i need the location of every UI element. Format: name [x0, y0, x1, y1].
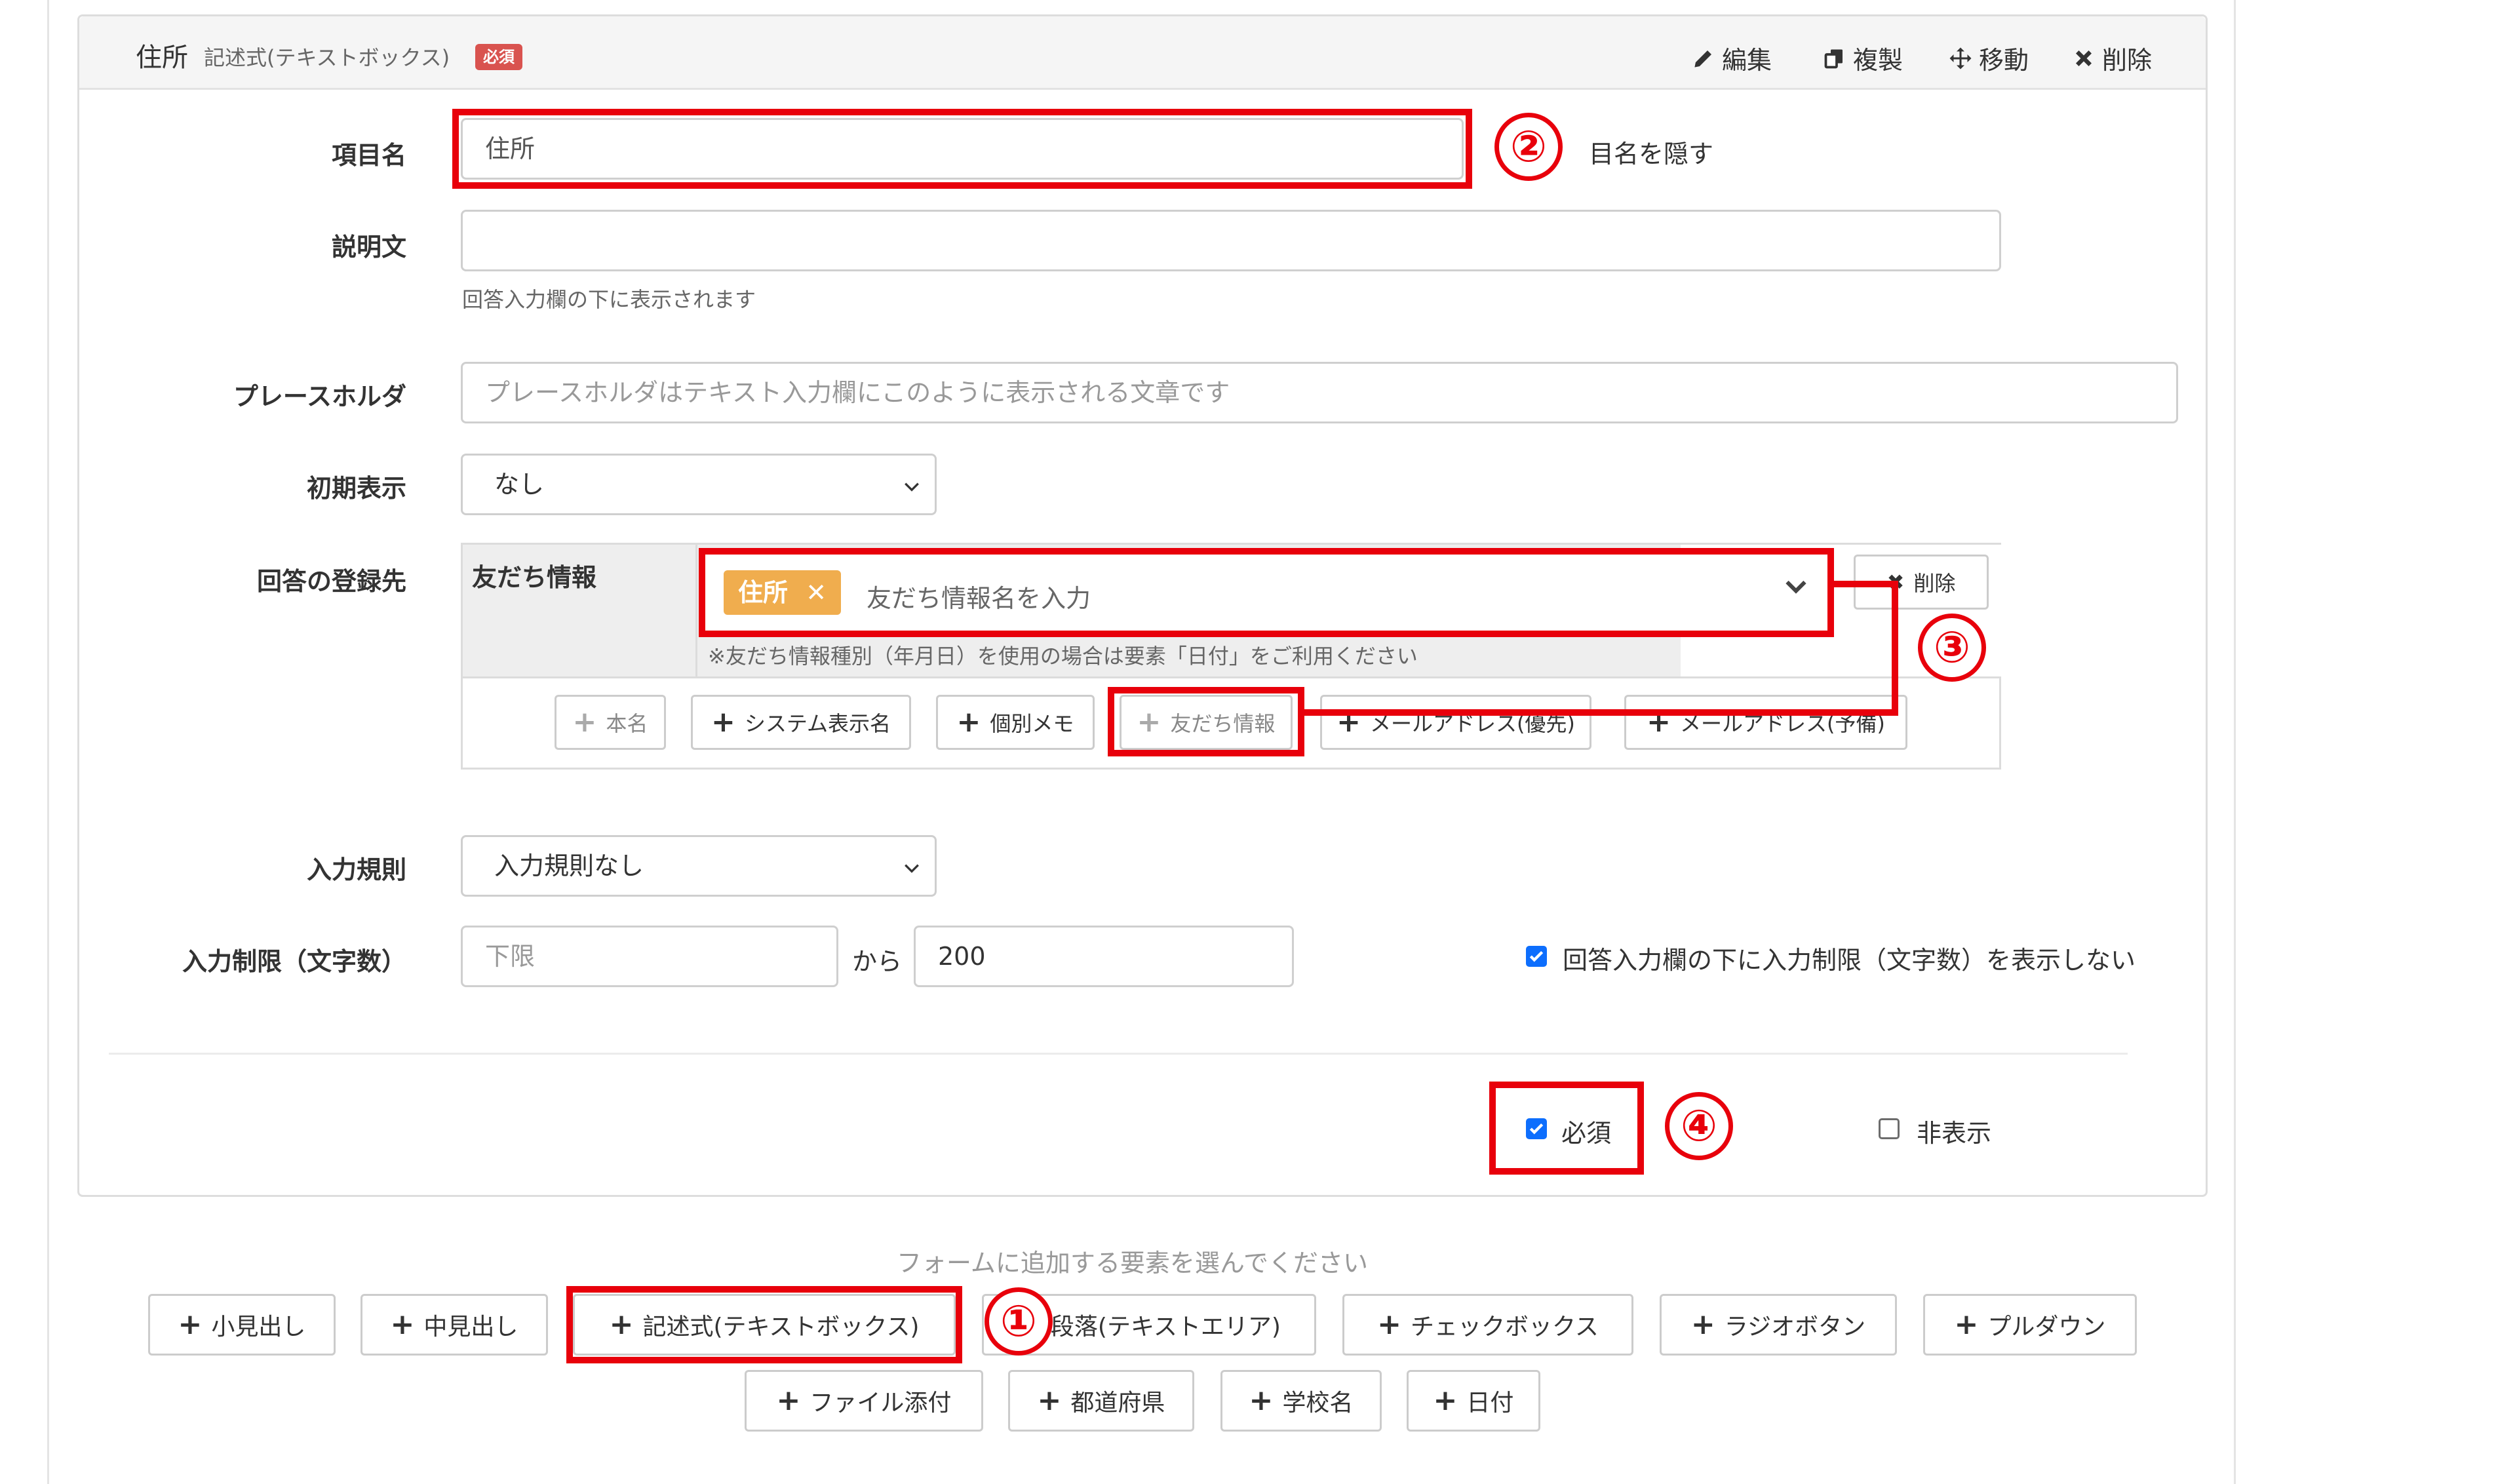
- highlight-add-textbox: [566, 1286, 962, 1363]
- highlight-required: [1489, 1082, 1644, 1175]
- placeholder-input[interactable]: プレースホルダはテキスト入力欄にこのように表示される文章です: [461, 362, 2178, 423]
- add-small-heading-button[interactable]: + 小見出し: [148, 1294, 336, 1356]
- delete-button[interactable]: 削除: [2072, 40, 2152, 76]
- add-small-heading-label: 小見出し: [211, 1314, 306, 1340]
- add-prefecture-label: 都道府県: [1070, 1390, 1165, 1416]
- add-memo-button[interactable]: + 個別メモ: [936, 695, 1095, 750]
- edit-label: 編集: [1722, 46, 1772, 75]
- plus-icon: +: [711, 705, 735, 739]
- element-type: 記述式(テキストボックス): [204, 45, 450, 70]
- add-radio-button[interactable]: + ラジオボタン: [1660, 1294, 1897, 1356]
- friend-info-note: ※友だち情報種別（年月日）を使用の場合は要素「日付」をご利用ください: [708, 644, 1418, 669]
- input-rule-value: 入力規則なし: [494, 851, 644, 880]
- chevron-down-icon: [905, 864, 919, 873]
- hide-limit-label[interactable]: 回答入力欄の下に入力制限（文字数）を表示しない: [1563, 940, 2136, 976]
- item-name-label: 項目名: [331, 141, 406, 170]
- duplicate-button[interactable]: 複製: [1823, 40, 1903, 76]
- initial-display-select[interactable]: なし: [461, 454, 937, 515]
- connector-line: [1304, 709, 1898, 716]
- divider: [109, 1053, 2128, 1055]
- input-rule-select[interactable]: 入力規則なし: [461, 835, 937, 897]
- add-medium-heading-button[interactable]: + 中見出し: [361, 1294, 548, 1356]
- copy-icon: [1824, 49, 1843, 68]
- plus-icon: +: [1037, 1384, 1062, 1417]
- page-border-right: [2234, 0, 2236, 1484]
- page-border-left: [47, 0, 49, 1484]
- connector-line: [1834, 581, 1898, 587]
- annotation-four: ④: [1665, 1092, 1733, 1160]
- plus-icon: +: [1433, 1384, 1458, 1417]
- add-school-label: 学校名: [1282, 1390, 1354, 1416]
- description-label: 説明文: [331, 233, 406, 262]
- add-file-button[interactable]: + ファイル添付: [745, 1370, 983, 1432]
- add-email-primary-button[interactable]: + メールアドレス(優先): [1320, 695, 1591, 750]
- add-date-label: 日付: [1466, 1390, 1514, 1416]
- answer-target-delete-label: 削除: [1913, 571, 1956, 596]
- add-file-label: ファイル添付: [810, 1390, 952, 1416]
- add-pulldown-label: プルダウン: [1987, 1314, 2106, 1340]
- move-icon: [1949, 47, 1972, 69]
- highlight-friend-info-select: [699, 548, 1834, 637]
- add-system-name-button[interactable]: + システム表示名: [691, 695, 911, 750]
- char-limit-label: 入力制限（文字数）: [182, 947, 406, 976]
- annotation-two: ②: [1494, 113, 1563, 181]
- answer-target-source: 友だち情報: [472, 563, 597, 592]
- connector-line: [1892, 581, 1898, 716]
- check-icon: [1529, 950, 1544, 962]
- hidden-checkbox[interactable]: [1879, 1118, 1900, 1139]
- move-button[interactable]: 移動: [1949, 40, 2029, 76]
- add-medium-heading-label: 中見出し: [423, 1314, 518, 1340]
- add-prefecture-button[interactable]: + 都道府県: [1008, 1370, 1194, 1432]
- add-real-name-label: 本名: [606, 711, 648, 736]
- initial-display-label: 初期表示: [306, 474, 406, 503]
- duplicate-label: 複製: [1853, 46, 1903, 75]
- plus-icon: +: [1249, 1384, 1274, 1417]
- highlight-friend-info-button: [1108, 687, 1304, 756]
- card-header: 住所 記述式(テキストボックス) 必須 編集 複製 移動 削除: [79, 16, 2206, 90]
- add-textarea-label: 段落(テキストエリア): [1050, 1314, 1281, 1340]
- char-limit-min-input[interactable]: 下限: [461, 926, 838, 987]
- add-school-button[interactable]: + 学校名: [1220, 1370, 1382, 1432]
- move-label: 移動: [1979, 46, 2029, 75]
- hidden-label[interactable]: 非表示: [1917, 1113, 1991, 1149]
- edit-button[interactable]: 編集: [1692, 40, 1772, 76]
- placeholder-label: プレースホルダ: [233, 382, 406, 411]
- answer-target-label: 回答の登録先: [256, 567, 406, 596]
- plus-icon: +: [1690, 1308, 1715, 1341]
- hide-limit-checkbox[interactable]: [1526, 946, 1547, 967]
- close-icon: [2076, 50, 2092, 66]
- add-system-name-label: システム表示名: [744, 711, 891, 736]
- chevron-down-icon: [905, 482, 919, 492]
- add-checkbox-button[interactable]: + チェックボックス: [1342, 1294, 1633, 1356]
- description-help: 回答入力欄の下に表示されます: [462, 287, 756, 312]
- description-input[interactable]: [461, 210, 2001, 271]
- plus-icon: +: [178, 1308, 203, 1341]
- add-checkbox-label: チェックボックス: [1410, 1314, 1599, 1340]
- add-date-button[interactable]: + 日付: [1407, 1370, 1540, 1432]
- plus-icon: +: [776, 1384, 801, 1417]
- add-email-backup-button[interactable]: + メールアドレス(予備): [1624, 695, 1907, 750]
- pencil-icon: [1694, 50, 1711, 67]
- add-pulldown-button[interactable]: + プルダウン: [1923, 1294, 2137, 1356]
- hide-label-text[interactable]: 目名を隠す: [1589, 134, 1713, 170]
- char-limit-max-input[interactable]: 200: [914, 926, 1294, 987]
- highlight-item-name: [452, 109, 1472, 189]
- char-limit-from-text: から: [852, 947, 903, 976]
- input-rule-label: 入力規則: [306, 855, 406, 884]
- element-title: 住所: [136, 43, 188, 73]
- add-memo-label: 個別メモ: [990, 711, 1074, 736]
- annotation-one: ①: [985, 1287, 1053, 1356]
- initial-display-value: なし: [494, 470, 545, 499]
- plus-icon: +: [572, 705, 597, 739]
- required-badge: 必須: [475, 44, 522, 70]
- add-radio-label: ラジオボタン: [1724, 1314, 1866, 1340]
- add-element-prompt: フォームに追加する要素を選んでください: [897, 1249, 1368, 1278]
- plus-icon: +: [390, 1308, 415, 1341]
- plus-icon: +: [1954, 1308, 1979, 1341]
- plus-icon: +: [956, 705, 981, 739]
- delete-label: 削除: [2102, 46, 2153, 75]
- annotation-three: ③: [1918, 614, 1986, 682]
- plus-icon: +: [1377, 1308, 1401, 1341]
- add-real-name-button[interactable]: + 本名: [555, 695, 666, 750]
